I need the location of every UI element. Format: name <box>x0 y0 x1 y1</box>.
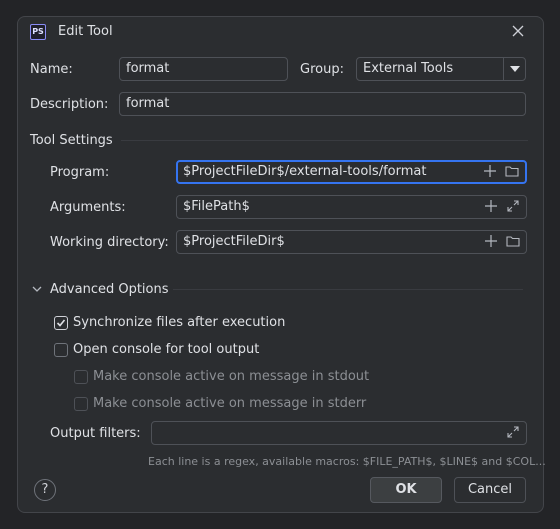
close-button[interactable] <box>509 23 527 41</box>
arguments-input[interactable]: $FilePath$ <box>176 195 527 219</box>
output-filters-hint: Each line is a regex, available macros: … <box>148 455 546 468</box>
insert-macro-plus-icon[interactable] <box>483 165 497 179</box>
browse-folder-icon[interactable] <box>505 165 519 179</box>
group-dropdown-button[interactable] <box>503 58 525 80</box>
tool-settings-title: Tool Settings <box>30 133 113 148</box>
group-label: Group: <box>300 62 344 77</box>
working-directory-input[interactable]: $ProjectFileDir$ <box>176 230 527 254</box>
program-label: Program: <box>50 165 110 180</box>
description-label: Description: <box>30 97 109 112</box>
open-console-label[interactable]: Open console for tool output <box>73 342 259 357</box>
browse-folder-icon[interactable] <box>506 235 520 249</box>
chevron-down-icon <box>509 66 520 72</box>
advanced-options-title[interactable]: Advanced Options <box>50 282 169 297</box>
chevron-down-icon <box>32 286 42 292</box>
checkmark-icon <box>56 319 66 327</box>
group-combobox[interactable]: External Tools <box>356 57 526 81</box>
insert-macro-plus-icon[interactable] <box>484 235 498 249</box>
advanced-options-separator <box>173 289 523 290</box>
stdout-active-label: Make console active on message in stdout <box>93 369 370 384</box>
arguments-field-icons <box>484 196 520 218</box>
working-directory-value: $ProjectFileDir$ <box>183 234 285 249</box>
description-value: format <box>126 96 170 111</box>
output-filters-field-icons <box>506 422 520 444</box>
expand-icon[interactable] <box>506 200 520 214</box>
arguments-label: Arguments: <box>50 200 126 215</box>
arguments-value: $FilePath$ <box>183 199 250 214</box>
stdout-active-checkbox[interactable] <box>74 370 88 384</box>
open-console-checkbox[interactable] <box>54 343 68 357</box>
program-input[interactable]: $ProjectFileDir$/external-tools/format <box>176 160 527 184</box>
group-value: External Tools <box>363 61 454 76</box>
ok-button[interactable]: OK <box>370 477 442 503</box>
output-filters-input[interactable] <box>151 421 527 445</box>
program-value: $ProjectFileDir$/external-tools/format <box>183 164 427 179</box>
name-input[interactable]: format <box>119 57 288 81</box>
working-directory-label: Working directory: <box>50 235 169 250</box>
sync-files-checkbox[interactable] <box>54 316 68 330</box>
expand-icon[interactable] <box>506 426 520 440</box>
program-field-icons <box>483 162 519 182</box>
help-button[interactable]: ? <box>34 479 56 501</box>
dialog-title: Edit Tool <box>58 24 113 39</box>
advanced-options-toggle[interactable] <box>32 283 44 295</box>
cancel-button[interactable]: Cancel <box>454 477 526 503</box>
output-filters-label: Output filters: <box>50 426 141 441</box>
edit-tool-dialog: PS Edit Tool Name: format Group: Externa… <box>17 16 546 513</box>
stderr-active-checkbox[interactable] <box>74 397 88 411</box>
insert-macro-plus-icon[interactable] <box>484 200 498 214</box>
sync-files-label[interactable]: Synchronize files after execution <box>73 315 285 330</box>
name-label: Name: <box>30 62 73 77</box>
phpstorm-logo-icon: PS <box>30 24 46 40</box>
stderr-active-label: Make console active on message in stderr <box>93 396 367 411</box>
description-input[interactable]: format <box>119 92 526 116</box>
working-directory-field-icons <box>484 231 520 253</box>
tool-settings-separator <box>121 140 528 141</box>
name-value: format <box>126 61 170 76</box>
close-icon <box>512 25 524 37</box>
